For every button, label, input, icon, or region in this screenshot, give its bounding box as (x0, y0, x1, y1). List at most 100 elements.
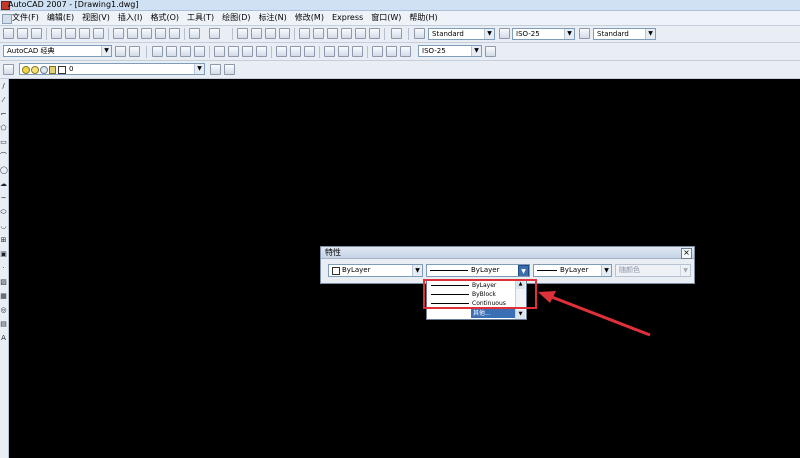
menu-express[interactable]: Express (332, 11, 363, 25)
menu-file[interactable]: 文件(F) (12, 11, 39, 25)
sheet-set-icon[interactable] (341, 28, 352, 39)
angular-icon[interactable] (256, 46, 267, 57)
line-icon[interactable]: / (0, 83, 7, 90)
block-editor-icon[interactable] (169, 28, 180, 39)
leader-icon[interactable] (324, 46, 335, 57)
quick-dimension-icon[interactable] (276, 46, 287, 57)
chevron-down-icon[interactable]: ▼ (471, 46, 481, 56)
polyline-icon[interactable]: ⌐ (0, 111, 7, 118)
chevron-down-icon[interactable]: ▼ (484, 29, 494, 39)
dim-style-select[interactable]: ISO-25 ▼ (512, 28, 575, 40)
cut-icon[interactable] (113, 28, 124, 39)
menu-modify[interactable]: 修改(M) (295, 11, 324, 25)
undo-icon[interactable] (189, 28, 200, 39)
make-current-layer-icon[interactable] (210, 64, 221, 75)
tool-palettes-icon[interactable] (327, 28, 338, 39)
radius-icon[interactable] (214, 46, 225, 57)
arc-length-icon[interactable] (180, 46, 191, 57)
publish-icon[interactable] (79, 28, 90, 39)
menu-window[interactable]: 窗口(W) (371, 11, 401, 25)
copy-icon[interactable] (127, 28, 138, 39)
dimension-text-edit-icon[interactable] (386, 46, 397, 57)
revision-cloud-icon[interactable]: ☁ (0, 181, 7, 188)
menu-tools[interactable]: 工具(T) (187, 11, 214, 25)
option-other[interactable]: 其他... (471, 309, 515, 318)
gradient-icon[interactable]: ▦ (0, 293, 7, 300)
workspace-settings-icon[interactable] (115, 46, 126, 57)
diameter-icon[interactable] (242, 46, 253, 57)
ellipse-arc-icon[interactable]: ◡ (0, 223, 7, 230)
table-icon[interactable]: ▤ (0, 321, 7, 328)
hatch-icon[interactable]: ▨ (0, 279, 7, 286)
zoom-previous-icon[interactable] (279, 28, 290, 39)
close-icon[interactable]: × (681, 248, 692, 259)
chevron-down-icon[interactable]: ▼ (518, 265, 529, 276)
chevron-down-icon[interactable]: ▼ (194, 64, 204, 74)
ordinate-dimension-icon[interactable] (194, 46, 205, 57)
match-properties-icon[interactable] (155, 28, 166, 39)
save-icon[interactable] (31, 28, 42, 39)
construction-line-icon[interactable]: ⁄ (0, 97, 7, 104)
help-icon[interactable] (391, 28, 402, 39)
color-control[interactable]: ByLayer ▼ (328, 264, 423, 277)
insert-block-icon[interactable]: ⊞ (0, 237, 7, 244)
layer-select[interactable]: 0 ▼ (19, 63, 205, 75)
table-style-icon[interactable] (579, 28, 590, 39)
baseline-icon[interactable] (290, 46, 301, 57)
ellipse-icon[interactable]: ⬭ (0, 209, 7, 216)
new-icon[interactable] (3, 28, 14, 39)
text-style-select[interactable]: Standard ▼ (428, 28, 495, 40)
make-block-icon[interactable]: ▣ (0, 251, 7, 258)
text-style-icon[interactable] (414, 28, 425, 39)
zoom-window-icon[interactable] (265, 28, 276, 39)
linear-dimension-icon[interactable] (152, 46, 163, 57)
3d-dwf-icon[interactable] (93, 28, 104, 39)
dimension-edit-icon[interactable] (372, 46, 383, 57)
dimension-style-icon[interactable] (485, 46, 496, 57)
region-icon[interactable]: ◎ (0, 307, 7, 314)
redo-icon[interactable] (209, 28, 220, 39)
tolerance-icon[interactable] (338, 46, 349, 57)
menu-edit[interactable]: 编辑(E) (47, 11, 74, 25)
calculator-icon[interactable] (369, 28, 380, 39)
chevron-down-icon[interactable]: ▼ (101, 46, 111, 56)
markup-icon[interactable] (355, 28, 366, 39)
scroll-down-icon[interactable]: ▼ (516, 310, 525, 319)
polygon-icon[interactable]: ⬠ (0, 125, 7, 132)
menu-draw[interactable]: 绘图(D) (222, 11, 250, 25)
dim-style-icon[interactable] (499, 28, 510, 39)
open-icon[interactable] (17, 28, 28, 39)
dimension-update-icon[interactable] (400, 46, 411, 57)
layer-previous-icon[interactable] (224, 64, 235, 75)
chevron-down-icon[interactable]: ▼ (601, 265, 611, 276)
lineweight-control[interactable]: ByLayer ▼ (533, 264, 612, 277)
table-style-select[interactable]: Standard ▼ (593, 28, 656, 40)
pan-icon[interactable] (237, 28, 248, 39)
spline-icon[interactable]: ~ (0, 195, 7, 202)
continue-icon[interactable] (304, 46, 315, 57)
arc-icon[interactable]: ⌒ (0, 153, 7, 160)
chevron-down-icon[interactable]: ▼ (645, 29, 655, 39)
menu-insert[interactable]: 插入(I) (118, 11, 143, 25)
workspace-save-icon[interactable] (129, 46, 140, 57)
workspace-select[interactable]: AutoCAD 经典 ▼ (3, 45, 112, 57)
center-mark-icon[interactable] (352, 46, 363, 57)
circle-icon[interactable]: ◯ (0, 167, 8, 174)
menu-help[interactable]: 帮助(H) (409, 11, 437, 25)
properties-icon[interactable] (299, 28, 310, 39)
menu-view[interactable]: 视图(V) (82, 11, 110, 25)
multiline-text-icon[interactable]: A (0, 335, 7, 342)
point-icon[interactable]: · (0, 265, 7, 272)
print-icon[interactable] (51, 28, 62, 39)
linetype-control[interactable]: ByLayer ▼ (426, 264, 530, 277)
design-center-icon[interactable] (313, 28, 324, 39)
layer-manager-icon[interactable] (3, 64, 14, 75)
menu-format[interactable]: 格式(O) (150, 11, 179, 25)
plot-preview-icon[interactable] (65, 28, 76, 39)
paste-icon[interactable] (141, 28, 152, 39)
aligned-dimension-icon[interactable] (166, 46, 177, 57)
dimension-style-select[interactable]: ISO-25 ▼ (418, 45, 482, 57)
rectangle-icon[interactable]: ▭ (0, 139, 7, 146)
chevron-down-icon[interactable]: ▼ (564, 29, 574, 39)
chevron-down-icon[interactable]: ▼ (412, 265, 422, 276)
